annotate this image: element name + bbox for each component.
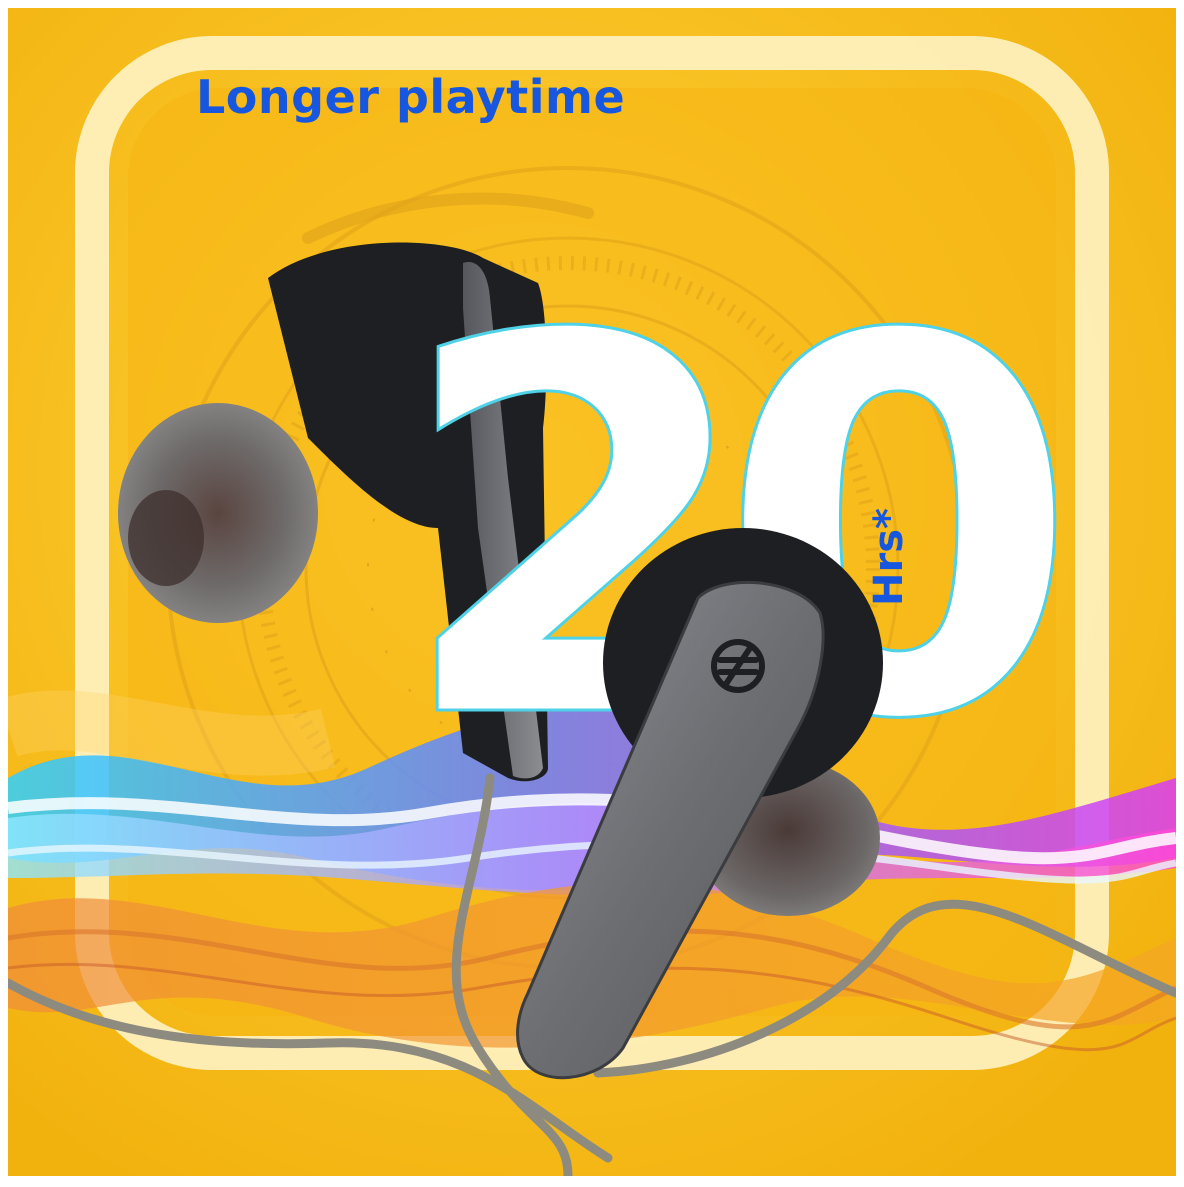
playtime-unit: Hrs* <box>866 508 912 606</box>
product-promo-image: Longer playtime 20 Hrs* <box>8 8 1176 1176</box>
playtime-value: 20 <box>395 227 1082 833</box>
headline: Longer playtime <box>196 70 626 124</box>
